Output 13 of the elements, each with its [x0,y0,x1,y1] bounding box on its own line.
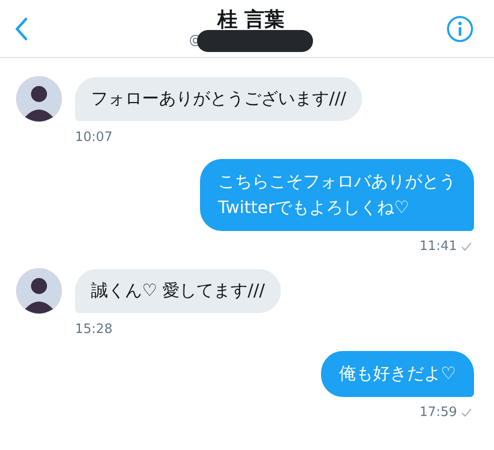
conversation-title: 桂 言葉 [218,6,284,30]
message-bubble: 俺も好きだよ♡ [320,351,474,397]
message-time: 10:07 [75,130,114,145]
message-time: 15:28 [75,322,114,337]
avatar[interactable] [16,76,62,122]
message-bubble: こちらこそフォロバありがとう Twitterでもよろしくね♡ [200,159,474,231]
info-icon[interactable] [446,14,474,42]
message-bubble: フォローありがとうございます/// [75,77,362,121]
back-icon[interactable] [14,16,28,40]
message-time: 11:41 [420,239,457,254]
avatar[interactable] [16,268,62,314]
message-time: 17:59 [420,405,457,420]
message-bubble: 誠くん♡ 愛してます/// [75,269,281,313]
